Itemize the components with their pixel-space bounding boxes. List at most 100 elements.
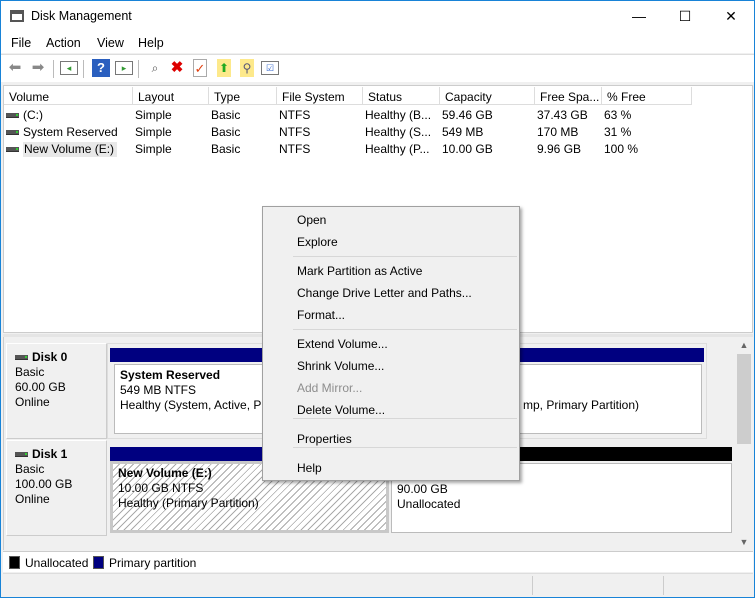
disk-0-label[interactable]: Disk 0 Basic 60.00 GB Online: [6, 343, 107, 439]
cell-file-system: NTFS: [279, 108, 311, 122]
menu-item-help[interactable]: Help: [297, 461, 322, 475]
menu-separator: [293, 418, 517, 419]
properties-icon[interactable]: ✓: [193, 59, 207, 77]
back-icon[interactable]: ⬅: [6, 59, 24, 77]
disk-state: Online: [15, 492, 50, 506]
cell-layout: Simple: [135, 108, 172, 122]
cell-capacity: 10.00 GB: [442, 142, 493, 156]
status-bar: [3, 573, 753, 596]
cell-layout: Simple: [135, 142, 172, 156]
table-row[interactable]: New Volume (E:) Simple Basic NTFS Healthy (P…: [4, 141, 752, 158]
table-row[interactable]: (C:) Simple Basic NTFS Healthy (B... 59.46 GB…: [4, 107, 752, 124]
action-pane-icon[interactable]: ▸: [115, 61, 133, 75]
disk-name: Disk 1: [32, 447, 68, 461]
up-folder-icon[interactable]: ⬆: [217, 59, 231, 77]
volume-icon: [6, 130, 19, 136]
partition-size: 90.00 GB: [397, 482, 448, 496]
menu-separator: [293, 256, 517, 257]
disk-state: Online: [15, 395, 50, 409]
cell-type: Basic: [211, 108, 241, 122]
cell-volume: (C:): [6, 108, 128, 124]
column-header-volume[interactable]: Volume: [4, 87, 133, 105]
menu-bar: File Action View Help: [1, 33, 754, 53]
partition-c-status: mp, Primary Partition): [523, 398, 640, 412]
menu-item-shrink-volume[interactable]: Shrink Volume...: [297, 359, 384, 373]
volume-icon: [6, 147, 19, 153]
legend-label-primary: Primary partition: [109, 556, 197, 570]
window-title: Disk Management: [31, 9, 132, 23]
checklist-icon[interactable]: ☑: [261, 61, 279, 75]
legend-label-unallocated: Unallocated: [25, 556, 89, 570]
cell-free-space: 37.43 GB: [537, 108, 588, 122]
menu-item-change-drive-letter-and-paths[interactable]: Change Drive Letter and Paths...: [297, 286, 472, 300]
cell-file-system: NTFS: [279, 125, 311, 139]
column-header-percent-free[interactable]: % Free: [602, 87, 692, 105]
cell-percent-free: 63 %: [604, 108, 632, 122]
menu-item-properties[interactable]: Properties: [297, 432, 352, 446]
menu-separator: [293, 329, 517, 330]
column-header-file-system[interactable]: File System: [277, 87, 363, 105]
menu-item-add-mirror: Add Mirror...: [297, 381, 363, 395]
cell-percent-free: 31 %: [604, 125, 632, 139]
disk-icon: [15, 355, 28, 361]
maximize-button[interactable]: ☐: [662, 1, 708, 31]
column-header-capacity[interactable]: Capacity: [440, 87, 535, 105]
volume-name: System Reserved: [23, 125, 118, 139]
disk-size: 100.00 GB: [15, 477, 73, 491]
minimize-button[interactable]: —: [616, 1, 662, 31]
disk-1-label[interactable]: Disk 1 Basic 100.00 GB Online: [6, 440, 107, 536]
disk-management-window: Disk Management — ☐ ✕ File Action View H…: [0, 0, 755, 598]
menu-item-open[interactable]: Open: [297, 213, 326, 227]
column-header-free-space[interactable]: Free Spa...: [535, 87, 602, 105]
menu-item-format[interactable]: Format...: [297, 308, 345, 322]
partition-size: 10.00 GB NTFS: [118, 481, 204, 495]
disk-size: 60.00 GB: [15, 380, 66, 394]
disk-type: Basic: [15, 365, 45, 379]
connect-disk-icon[interactable]: ⌕: [146, 59, 164, 77]
scroll-down-arrow-icon[interactable]: ▼: [736, 534, 752, 550]
cell-capacity: 549 MB: [442, 125, 484, 139]
menu-file[interactable]: File: [11, 36, 31, 50]
search-folder-icon[interactable]: ⚲: [240, 59, 254, 77]
console-tree-icon[interactable]: ◂: [60, 61, 78, 75]
cell-status: Healthy (P...: [365, 142, 430, 156]
menu-view[interactable]: View: [97, 36, 124, 50]
menu-item-explore[interactable]: Explore: [297, 235, 338, 249]
disk-name: Disk 0: [32, 350, 68, 364]
menu-action[interactable]: Action: [46, 36, 81, 50]
menu-item-mark-partition-as-active[interactable]: Mark Partition as Active: [297, 264, 422, 278]
menu-item-delete-volume[interactable]: Delete Volume...: [297, 403, 385, 417]
menu-item-extend-volume[interactable]: Extend Volume...: [297, 337, 388, 351]
scroll-up-arrow-icon[interactable]: ▲: [736, 337, 752, 353]
cell-type: Basic: [211, 125, 241, 139]
app-icon: [10, 10, 24, 22]
column-header-status[interactable]: Status: [363, 87, 440, 105]
menu-help[interactable]: Help: [138, 36, 164, 50]
vertical-scrollbar[interactable]: ▲ ▼: [736, 337, 752, 550]
cell-status: Healthy (S...: [365, 125, 432, 139]
legend: Unallocated Primary partition: [3, 551, 753, 572]
volume-icon: [6, 113, 19, 119]
column-header-layout[interactable]: Layout: [133, 87, 209, 105]
scrollbar-thumb[interactable]: [737, 354, 751, 444]
close-button[interactable]: ✕: [708, 1, 754, 31]
title-bar: Disk Management — ☐ ✕: [1, 1, 754, 33]
cell-file-system: NTFS: [279, 142, 311, 156]
cell-status: Healthy (B...: [365, 108, 432, 122]
cell-type: Basic: [211, 142, 241, 156]
volume-name: (C:): [23, 108, 43, 122]
help-icon[interactable]: ?: [92, 59, 110, 77]
forward-icon[interactable]: ➡: [29, 59, 47, 77]
table-row[interactable]: System Reserved Simple Basic NTFS Healthy (S…: [4, 124, 752, 141]
disk-icon: [15, 452, 28, 458]
partition-status: Healthy (Primary Partition): [118, 496, 259, 510]
column-header-type[interactable]: Type: [209, 87, 277, 105]
legend-swatch-primary: [93, 556, 104, 569]
volume-name: New Volume (E:): [23, 142, 118, 157]
delete-icon[interactable]: ✖: [168, 59, 186, 77]
cell-capacity: 59.46 GB: [442, 108, 493, 122]
cell-percent-free: 100 %: [604, 142, 639, 156]
cell-layout: Simple: [135, 125, 172, 139]
cell-volume: New Volume (E:): [6, 142, 128, 158]
cell-free-space: 9.96 GB: [537, 142, 582, 156]
